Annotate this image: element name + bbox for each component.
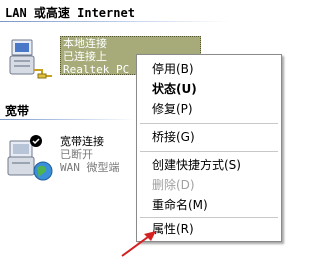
menu-item-bridge[interactable]: 桥接(G) — [152, 127, 195, 147]
menu-item-create-shortcut[interactable]: 创建快捷方式(S) — [152, 155, 241, 175]
menu-separator — [140, 151, 278, 152]
menu-item-status[interactable]: 状态(U) — [152, 79, 197, 99]
broadband-connection-label: 宽带连接 已断开 WAN 微型端 — [60, 135, 120, 174]
menu-separator — [140, 217, 278, 218]
section-divider-broadband — [0, 119, 136, 120]
menu-item-delete: 删除(D) — [152, 178, 195, 192]
network-connection-icon — [6, 36, 54, 84]
connection-status: 已断开 — [60, 148, 93, 161]
broadband-connection-icon — [6, 135, 54, 183]
connection-name: 本地连接 — [63, 37, 107, 50]
section-title-broadband: 宽带 — [5, 104, 30, 118]
connection-name: 宽带连接 — [60, 135, 104, 148]
menu-item-rename[interactable]: 重命名(M) — [152, 195, 208, 215]
context-menu: 停用(B) 状态(U) 修复(P) 桥接(G) 创建快捷方式(S) 删除(D) … — [136, 54, 282, 242]
menu-item-repair[interactable]: 修复(P) — [152, 99, 193, 119]
annotation-arrow-icon — [121, 231, 156, 257]
section-title-lan: LAN 或高速 Internet — [5, 6, 135, 20]
menu-item-disable[interactable]: 停用(B) — [152, 59, 194, 79]
connection-device: WAN 微型端 — [60, 161, 120, 174]
menu-separator — [140, 123, 278, 124]
section-divider-lan — [0, 21, 230, 22]
